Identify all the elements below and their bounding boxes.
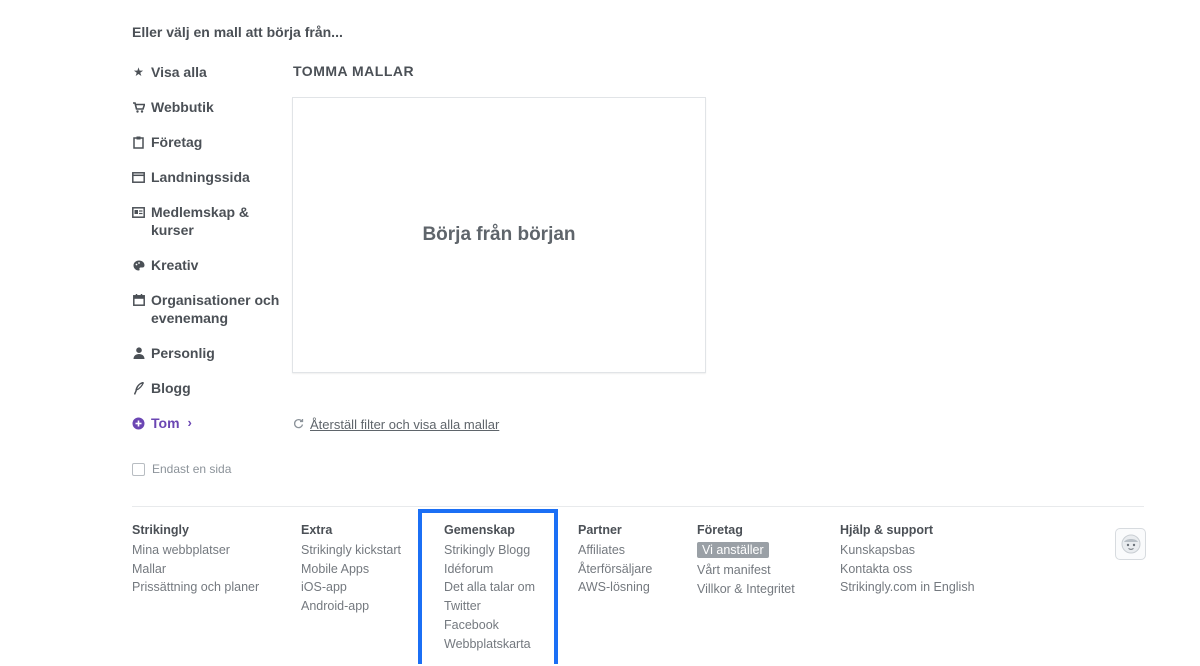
sidebar-item-label: Företag bbox=[151, 134, 203, 150]
one-page-filter[interactable]: Endast en sida bbox=[132, 462, 231, 476]
footer-link[interactable]: Återförsäljare bbox=[578, 560, 652, 579]
sidebar-item-label: Webbutik bbox=[151, 99, 214, 115]
footer-link[interactable]: Android-app bbox=[301, 597, 401, 616]
sidebar-item-kreativ[interactable]: Kreativ bbox=[132, 256, 282, 274]
sidebar-item-label-line2: kurser bbox=[151, 222, 194, 238]
footer-link[interactable]: Kontakta oss bbox=[840, 560, 975, 579]
sidebar-item-label: Tom bbox=[151, 415, 180, 431]
sidebar-item-organisationer[interactable]: Organisationer och evenemang bbox=[132, 291, 282, 327]
star-icon: ★ bbox=[133, 65, 144, 79]
palette-icon bbox=[132, 256, 145, 274]
calendar-icon bbox=[132, 291, 145, 309]
sidebar-item-personlig[interactable]: Personlig bbox=[132, 344, 282, 362]
reset-filter-text: Återställ filter och visa alla mallar bbox=[310, 417, 500, 432]
clipboard-icon bbox=[132, 133, 145, 151]
sidebar-item-label: Blogg bbox=[151, 380, 191, 396]
footer-link[interactable]: Mina webbplatser bbox=[132, 541, 259, 560]
sidebar-item-medlemskap[interactable]: Medlemskap & kurser bbox=[132, 203, 282, 239]
person-icon bbox=[132, 344, 145, 362]
template-intro-heading: Eller välj en mall att börja från... bbox=[132, 24, 343, 40]
sidebar-item-label: Kreativ bbox=[151, 257, 199, 273]
footer-link[interactable]: Strikingly kickstart bbox=[301, 541, 401, 560]
chevron-right-icon: › bbox=[187, 415, 192, 430]
footer-link[interactable]: Mallar bbox=[132, 560, 259, 579]
section-title: TOMMA MALLAR bbox=[293, 63, 415, 79]
footer-col-foretag: Företag Vi anställer Vårt manifest Villk… bbox=[697, 523, 795, 598]
footer-col-extra: Extra Strikingly kickstart Mobile Apps i… bbox=[301, 523, 401, 616]
category-sidebar: ★ Visa alla Webbutik Företag Landningssi… bbox=[132, 63, 282, 449]
sidebar-item-webbutik[interactable]: Webbutik bbox=[132, 98, 282, 116]
footer-col-partner: Partner Affiliates Återförsäljare AWS-lö… bbox=[578, 523, 652, 597]
footer-divider bbox=[132, 506, 1144, 507]
blank-template-card[interactable]: Börja från början bbox=[292, 97, 706, 373]
sidebar-item-label: Visa alla bbox=[151, 64, 207, 80]
sidebar-item-tom[interactable]: Tom › bbox=[132, 414, 282, 432]
sidebar-item-label: Organisationer och bbox=[151, 292, 280, 308]
sidebar-item-foretag[interactable]: Företag bbox=[132, 133, 282, 151]
footer-link[interactable]: AWS-lösning bbox=[578, 578, 652, 597]
hiring-badge[interactable]: Vi anställer bbox=[697, 542, 769, 558]
sidebar-item-blogg[interactable]: Blogg bbox=[132, 379, 282, 397]
footer-link[interactable]: Mobile Apps bbox=[301, 560, 401, 579]
sidebar-item-landningssida[interactable]: Landningssida bbox=[132, 168, 282, 186]
refresh-icon bbox=[293, 418, 304, 432]
sidebar-item-label: Personlig bbox=[151, 345, 215, 361]
footer-col-head: Företag bbox=[697, 523, 743, 537]
footer-col-head: Strikingly bbox=[132, 523, 189, 537]
window-icon bbox=[132, 168, 145, 186]
plus-circle-icon bbox=[132, 414, 145, 432]
footer-link[interactable]: Affiliates bbox=[578, 541, 652, 560]
mascot-icon[interactable] bbox=[1115, 528, 1146, 560]
cart-icon bbox=[132, 98, 145, 116]
footer-col-head: Extra bbox=[301, 523, 333, 537]
one-page-checkbox[interactable] bbox=[132, 462, 145, 476]
reset-filter-link[interactable]: Återställ filter och visa alla mallar bbox=[293, 417, 499, 432]
footer-col-head: Hjälp & support bbox=[840, 523, 934, 537]
footer-link[interactable]: Strikingly.com in English bbox=[840, 578, 975, 597]
blank-template-label: Börja från början bbox=[422, 224, 576, 245]
id-card-icon bbox=[132, 203, 145, 221]
footer-col-hjalp: Hjälp & support Kunskapsbas Kontakta oss… bbox=[840, 523, 975, 597]
footer-col-strikingly: Strikingly Mina webbplatser Mallar Priss… bbox=[132, 523, 259, 597]
footer-link[interactable]: Villkor & Integritet bbox=[697, 580, 795, 599]
one-page-label: Endast en sida bbox=[152, 462, 232, 476]
highlight-box bbox=[418, 509, 558, 664]
footer-col-head: Partner bbox=[578, 523, 622, 537]
feather-icon bbox=[132, 379, 145, 397]
footer-link[interactable]: Prissättning och planer bbox=[132, 578, 259, 597]
sidebar-item-visa-alla[interactable]: ★ Visa alla bbox=[132, 63, 282, 81]
sidebar-item-label-line2: evenemang bbox=[151, 310, 229, 326]
footer-link[interactable]: Vårt manifest bbox=[697, 561, 795, 580]
sidebar-item-label: Medlemskap & bbox=[151, 204, 250, 220]
sidebar-item-label: Landningssida bbox=[151, 169, 250, 185]
footer-link[interactable]: iOS-app bbox=[301, 578, 401, 597]
footer-link[interactable]: Kunskapsbas bbox=[840, 541, 975, 560]
